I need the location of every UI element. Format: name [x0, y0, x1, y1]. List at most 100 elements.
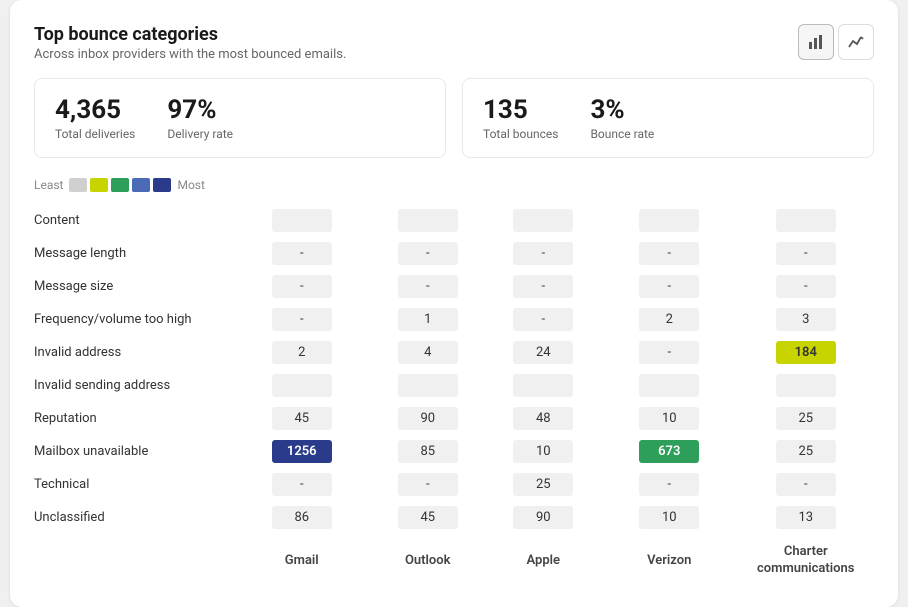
cell — [272, 209, 332, 232]
table-row: Frequency/volume too high - 1 - 2 3 — [34, 303, 874, 336]
cell: - — [776, 473, 836, 496]
table-row: Message length - - - - - — [34, 237, 874, 270]
cell — [776, 209, 836, 232]
delivery-rate-value: 97% — [167, 95, 233, 125]
cell: 13 — [776, 506, 836, 529]
chart-type-buttons — [798, 24, 874, 60]
cell: - — [513, 275, 573, 298]
table-row: Invalid sending address — [34, 369, 874, 402]
cell: 1 — [398, 308, 458, 331]
cell — [639, 209, 699, 232]
cell: - — [639, 341, 699, 364]
bounce-rate-label: Bounce rate — [590, 127, 654, 141]
cell: 4 — [398, 341, 458, 364]
col-label-apple: Apple — [486, 534, 602, 583]
cell: - — [272, 275, 332, 298]
cell: - — [272, 242, 332, 265]
cell: 24 — [513, 341, 573, 364]
table-row: Content — [34, 204, 874, 237]
row-category: Reputation — [34, 402, 234, 435]
total-bounces-stat: 135 Total bounces — [483, 95, 558, 141]
total-deliveries-stat: 4,365 Total deliveries — [55, 95, 135, 141]
cell: - — [639, 275, 699, 298]
row-category: Mailbox unavailable — [34, 435, 234, 468]
cell: - — [639, 473, 699, 496]
bounce-rate-stat: 3% Bounce rate — [590, 95, 654, 141]
bar-chart-button[interactable] — [798, 24, 834, 60]
cell: - — [776, 242, 836, 265]
cell — [513, 374, 573, 397]
cell: - — [398, 275, 458, 298]
cell — [639, 374, 699, 397]
cell-highlighted: 184 — [776, 341, 836, 364]
card-subtitle: Across inbox providers with the most bou… — [34, 47, 346, 62]
row-category: Unclassified — [34, 501, 234, 534]
cell: 2 — [272, 341, 332, 364]
card-header: Top bounce categories Across inbox provi… — [34, 24, 874, 62]
total-deliveries-label: Total deliveries — [55, 127, 135, 141]
cell: 10 — [639, 407, 699, 430]
bounce-rate-value: 3% — [590, 95, 654, 125]
cell — [398, 374, 458, 397]
table-row: Mailbox unavailable 1256 85 10 673 25 — [34, 435, 874, 468]
row-category: Invalid sending address — [34, 369, 234, 402]
row-category: Message size — [34, 270, 234, 303]
bounce-table-wrapper: Content Message length - - - - - — [34, 204, 874, 583]
bounce-stats-box: 135 Total bounces 3% Bounce rate — [462, 78, 874, 158]
delivery-rate-label: Delivery rate — [167, 127, 233, 141]
table-row: Invalid address 2 4 24 - 184 — [34, 336, 874, 369]
legend-most-label: Most — [177, 178, 204, 192]
col-label-verizon: Verizon — [601, 534, 738, 583]
cell — [776, 374, 836, 397]
cell: 10 — [639, 506, 699, 529]
cell: - — [776, 275, 836, 298]
cell — [398, 209, 458, 232]
legend: Least Most — [34, 178, 874, 192]
cell — [513, 209, 573, 232]
cell: 2 — [639, 308, 699, 331]
row-category: Invalid address — [34, 336, 234, 369]
cell: - — [272, 308, 332, 331]
cell: - — [272, 473, 332, 496]
cell: 25 — [513, 473, 573, 496]
cell: - — [398, 242, 458, 265]
cell: 90 — [513, 506, 573, 529]
main-card: Top bounce categories Across inbox provi… — [10, 0, 898, 607]
total-bounces-label: Total bounces — [483, 127, 558, 141]
header-text: Top bounce categories Across inbox provi… — [34, 24, 346, 62]
cell: 25 — [776, 440, 836, 463]
swatch-1 — [69, 178, 87, 192]
row-category: Technical — [34, 468, 234, 501]
line-chart-button[interactable] — [838, 24, 874, 60]
table-row: Message size - - - - - — [34, 270, 874, 303]
cell — [272, 374, 332, 397]
cell-highlighted: 1256 — [272, 440, 332, 463]
row-category: Message length — [34, 237, 234, 270]
cell: 45 — [272, 407, 332, 430]
legend-swatches — [69, 178, 171, 192]
legend-least-label: Least — [34, 178, 63, 192]
cell: 45 — [398, 506, 458, 529]
swatch-3 — [111, 178, 129, 192]
cell: 25 — [776, 407, 836, 430]
total-bounces-value: 135 — [483, 95, 558, 125]
cell: 3 — [776, 308, 836, 331]
cell: - — [513, 242, 573, 265]
table-row: Unclassified 86 45 90 10 13 — [34, 501, 874, 534]
cell: 48 — [513, 407, 573, 430]
cell: 85 — [398, 440, 458, 463]
cell-highlighted: 673 — [639, 440, 699, 463]
cell: - — [639, 242, 699, 265]
cell: - — [398, 473, 458, 496]
cell: 90 — [398, 407, 458, 430]
bounce-table: Content Message length - - - - - — [34, 204, 874, 583]
row-category: Content — [34, 204, 234, 237]
swatch-4 — [132, 178, 150, 192]
swatch-2 — [90, 178, 108, 192]
delivery-stats-box: 4,365 Total deliveries 97% Delivery rate — [34, 78, 446, 158]
col-label-charter: Chartercommunications — [738, 534, 875, 583]
stats-row: 4,365 Total deliveries 97% Delivery rate… — [34, 78, 874, 158]
cell: - — [513, 308, 573, 331]
col-label-outlook: Outlook — [370, 534, 486, 583]
row-category: Frequency/volume too high — [34, 303, 234, 336]
